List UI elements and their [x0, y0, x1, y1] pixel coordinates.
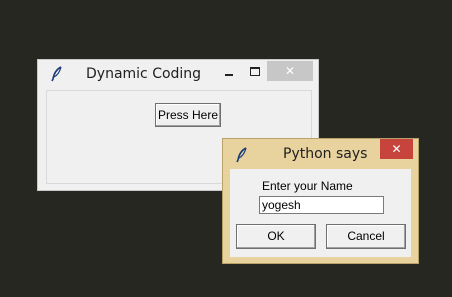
dialog-close-button[interactable]: ✕: [380, 139, 413, 159]
cancel-button[interactable]: Cancel: [326, 224, 406, 249]
feather-icon: [50, 66, 64, 82]
main-window-titlebar[interactable]: Dynamic Coding ✕: [38, 60, 318, 88]
dialog-content: Enter your Name OK Cancel: [230, 169, 411, 257]
window-title: Dynamic Coding: [86, 66, 202, 82]
name-input[interactable]: [259, 196, 384, 214]
ok-button[interactable]: OK: [236, 224, 316, 249]
feather-icon: [235, 147, 249, 163]
close-button[interactable]: ✕: [267, 61, 313, 81]
python-says-dialog: Python says ✕ Enter your Name OK Cancel: [222, 138, 419, 264]
prompt-label: Enter your Name: [262, 179, 353, 193]
maximize-icon[interactable]: [244, 60, 266, 82]
dialog-title: Python says: [283, 146, 368, 162]
press-here-button[interactable]: Press Here: [155, 103, 221, 127]
minimize-icon[interactable]: [218, 60, 240, 82]
